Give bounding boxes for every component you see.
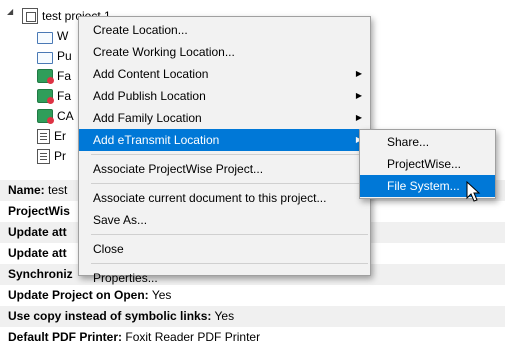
menu-item-label: File System...	[387, 179, 460, 193]
menu-item-label: Add Content Location	[93, 67, 209, 81]
menu-item-save-as[interactable]: Save As...	[79, 209, 370, 231]
menu-item-associate-current-document[interactable]: Associate current document to this proje…	[79, 187, 370, 209]
property-key: Default PDF Printer:	[8, 330, 123, 344]
menu-item-label: Add Publish Location	[93, 89, 206, 103]
menu-item-label: Create Working Location...	[93, 45, 235, 59]
property-key: Update att	[8, 225, 67, 239]
mouse-pointer-icon	[466, 181, 481, 202]
tree-item[interactable]: CA	[37, 106, 74, 126]
menu-item-label: Add eTransmit Location	[93, 133, 220, 147]
property-key: Name:	[8, 183, 45, 197]
tree-item-label: Fa	[57, 69, 72, 83]
menu-item-label: Save As...	[93, 213, 148, 227]
family-icon	[37, 109, 54, 124]
tree-item[interactable]: Pu	[37, 46, 72, 66]
project-icon	[22, 8, 38, 24]
family-icon	[37, 69, 54, 84]
property-value: Yes	[214, 309, 235, 323]
menu-item-associate-projectwise[interactable]: Associate ProjectWise Project...	[79, 158, 370, 180]
context-menu: Create Location... Create Working Locati…	[78, 16, 371, 285]
tree-item-label: W	[57, 29, 69, 43]
property-value: test	[48, 183, 68, 197]
tree-item-label: Pr	[54, 149, 66, 163]
menu-item-add-content-location[interactable]: Add Content Location ▶	[79, 63, 370, 85]
tree-item-label: CA	[57, 109, 74, 123]
property-key: Update att	[8, 246, 67, 260]
menu-item-create-working-location[interactable]: Create Working Location...	[79, 41, 370, 63]
menu-item-label: Associate ProjectWise Project...	[93, 162, 264, 176]
document-icon	[37, 148, 50, 164]
property-row: Use copy instead of symbolic links: Yes	[0, 306, 505, 327]
menu-item-add-publish-location[interactable]: Add Publish Location ▶	[79, 85, 370, 107]
menu-separator	[91, 154, 368, 155]
publish-icon	[37, 51, 53, 64]
property-key: ProjectWis	[8, 204, 70, 218]
tree-item[interactable]: Fa	[37, 66, 71, 86]
submenu-item-projectwise[interactable]: ProjectWise...	[360, 153, 495, 175]
tree-item[interactable]: W	[37, 26, 68, 46]
submenu-arrow-icon: ▶	[355, 91, 362, 100]
folder-icon	[37, 31, 53, 44]
submenu-arrow-icon: ▶	[355, 69, 362, 78]
menu-item-label: Share...	[387, 135, 430, 149]
property-key: Update Project on Open:	[8, 288, 149, 302]
menu-item-close[interactable]: Close	[79, 238, 370, 260]
tree-item-label: Fa	[57, 89, 72, 103]
collapse-triangle-icon[interactable]: ◢	[7, 7, 13, 16]
property-value: Foxit Reader PDF Printer	[125, 330, 261, 344]
tree-item[interactable]: Pr	[37, 146, 66, 166]
menu-item-add-family-location[interactable]: Add Family Location ▶	[79, 107, 370, 129]
tree-item[interactable]: Fa	[37, 86, 71, 106]
submenu-item-share[interactable]: Share...	[360, 131, 495, 153]
submenu-arrow-icon: ▶	[355, 113, 362, 122]
menu-separator	[91, 234, 368, 235]
document-icon	[37, 128, 50, 144]
property-value: Yes	[151, 288, 172, 302]
menu-separator	[91, 263, 368, 264]
tree-item[interactable]: Er	[37, 126, 66, 146]
menu-item-label: Create Location...	[93, 23, 188, 37]
property-key: Synchroniz	[8, 267, 73, 281]
menu-item-label: ProjectWise...	[387, 157, 462, 171]
menu-item-label: Close	[93, 242, 124, 256]
menu-item-label: Properties...	[93, 271, 158, 285]
menu-item-create-location[interactable]: Create Location...	[79, 19, 370, 41]
menu-item-add-etransmit-location[interactable]: Add eTransmit Location▶	[79, 129, 370, 151]
menu-separator	[91, 183, 368, 184]
menu-item-label: Associate current document to this proje…	[93, 191, 327, 205]
property-key: Use copy instead of symbolic links:	[8, 309, 212, 323]
menu-item-label: Add Family Location	[93, 111, 202, 125]
tree-item-label: Er	[54, 129, 66, 143]
property-row: Default PDF Printer: Foxit Reader PDF Pr…	[0, 327, 505, 348]
family-icon	[37, 89, 54, 104]
tree-item-label: Pu	[57, 49, 72, 63]
menu-item-properties[interactable]: Properties...	[79, 267, 370, 289]
